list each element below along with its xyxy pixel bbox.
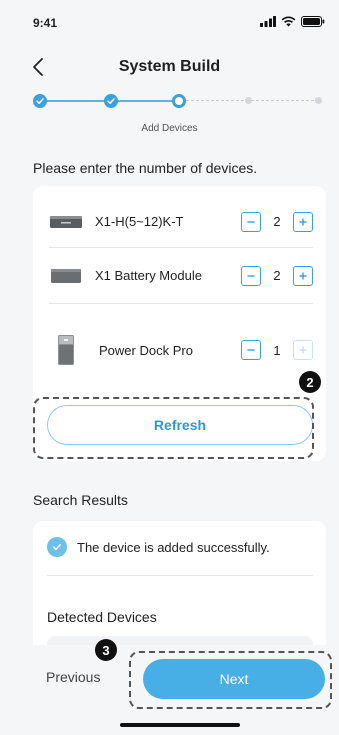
refresh-highlight-box <box>33 397 314 459</box>
increase-quantity-button-disabled <box>293 340 313 360</box>
search-results-card: The device is added successfully. Detect… <box>33 521 326 661</box>
decrease-quantity-button[interactable] <box>241 265 261 286</box>
check-icon <box>107 98 115 104</box>
step-5-pending <box>315 97 322 104</box>
signal-icon <box>260 16 276 27</box>
status-bar: 9:41 <box>0 0 339 44</box>
quantity-stepper: 1 <box>241 340 313 360</box>
increase-quantity-button[interactable] <box>293 265 313 286</box>
annotation-badge-2: 2 <box>299 371 321 393</box>
device-row: X1-H(5~12)K-T 2 <box>49 196 313 248</box>
plus-icon <box>299 218 307 225</box>
step-4-pending <box>245 97 252 104</box>
inverter-image <box>49 215 83 228</box>
header: System Build <box>0 50 339 84</box>
device-name: X1-H(5~12)K-T <box>95 214 184 229</box>
detected-devices-heading: Detected Devices <box>47 609 157 625</box>
progress-stepper <box>0 88 339 114</box>
plus-icon <box>299 272 307 279</box>
battery-module-image <box>49 268 83 283</box>
step-3-current <box>172 94 186 108</box>
quantity-stepper: 2 <box>241 265 313 286</box>
quantity-value: 2 <box>273 268 281 283</box>
check-icon <box>36 98 44 104</box>
device-name: X1 Battery Module <box>95 268 202 283</box>
device-name: Power Dock Pro <box>99 342 193 358</box>
battery-icon <box>301 16 325 27</box>
plus-icon <box>299 346 307 354</box>
wifi-icon <box>281 16 296 27</box>
annotation-badge-3: 3 <box>95 639 117 661</box>
page-title: System Build <box>118 58 221 75</box>
decrease-quantity-button[interactable] <box>241 211 261 232</box>
status-icons <box>260 16 325 27</box>
status-time: 9:41 <box>33 16 58 30</box>
device-row: Power Dock Pro 1 <box>49 324 313 376</box>
success-message: The device is added successfully. <box>77 539 270 555</box>
previous-button[interactable]: Previous <box>46 669 100 685</box>
increase-quantity-button[interactable] <box>293 211 313 232</box>
minus-icon <box>247 349 255 351</box>
device-row: X1 Battery Module 2 <box>49 248 313 304</box>
next-highlight-box <box>129 651 332 709</box>
home-indicator <box>120 723 240 727</box>
quantity-stepper: 2 <box>241 211 313 232</box>
step-connector <box>40 100 111 102</box>
success-row: The device is added successfully. <box>47 537 313 576</box>
step-1-complete <box>33 94 47 108</box>
step-connector <box>111 100 179 102</box>
current-step-label: Add Devices <box>141 123 198 134</box>
minus-icon <box>247 274 255 277</box>
quantity-value: 2 <box>273 214 281 229</box>
instruction-text: Please enter the number of devices. <box>33 160 258 176</box>
search-results-heading: Search Results <box>33 492 128 508</box>
success-check-icon <box>47 537 67 557</box>
step-connector <box>186 100 319 101</box>
quantity-value: 1 <box>273 342 281 358</box>
minus-icon <box>247 220 255 223</box>
step-2-complete <box>104 94 118 108</box>
decrease-quantity-button[interactable] <box>241 340 261 360</box>
power-dock-image <box>49 335 83 365</box>
